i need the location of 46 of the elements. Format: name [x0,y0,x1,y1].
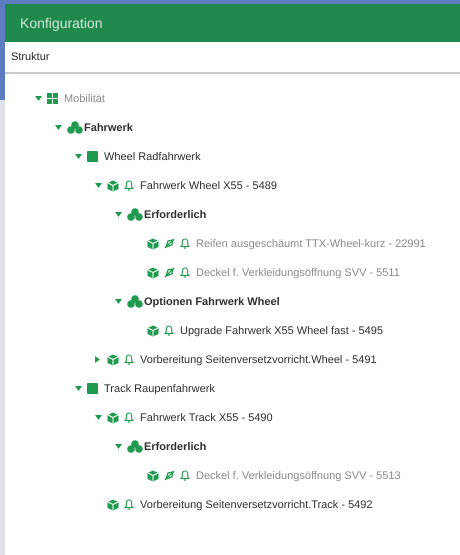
bell-icon [124,354,134,365]
caret-right-icon[interactable] [95,356,100,363]
tree-item-label[interactable]: Vorbereitung Seitenversetzvorricht.Wheel - 5491 [140,354,377,366]
bell-icon [124,499,134,510]
caret-down-icon[interactable] [95,183,102,188]
caret-down-icon[interactable] [75,386,82,391]
bell-icon [180,238,190,249]
cube-icon [107,180,119,192]
tree-item-label[interactable]: Fahrwerk Wheel X55 - 5489 [140,180,277,192]
tree-item-label[interactable]: Wheel Radfahrwerk [104,150,201,162]
cube-icon [107,354,119,366]
cube-icon [147,238,159,250]
cube-icon [147,266,159,278]
tree-item-label[interactable]: Vorbereitung Seitenversetzvorricht.Track - 5492 [140,498,373,510]
caret-down-icon[interactable] [115,212,122,217]
bell-icon [124,180,134,191]
tree-item-label[interactable]: Optionen Fahrwerk Wheel [144,296,280,308]
cube-icon [107,412,119,424]
header-title: Konfiguration [20,15,103,31]
caret-down-icon[interactable] [95,415,102,420]
tree-item-label[interactable]: Fahrwerk [84,122,133,134]
tree-item-label[interactable]: Upgrade Fahrwerk X55 Wheel fast - 5495 [180,324,383,336]
caret-down-icon[interactable] [115,299,122,304]
cluster-icon [127,440,143,453]
caret-down-icon[interactable] [55,125,62,130]
panel-title: Struktur [11,51,50,63]
caret-down-icon[interactable] [75,154,82,159]
bell-icon [164,325,174,336]
square-icon [87,383,98,394]
bell-icon [180,470,190,481]
cluster-icon [127,208,143,221]
tree-item-label[interactable]: Track Raupenfahrwerk [104,382,215,394]
tree-item-label[interactable]: Fahrwerk Track X55 - 5490 [140,412,273,424]
tree-item-label[interactable]: Erforderlich [144,440,206,452]
caret-down-icon[interactable] [35,96,42,101]
square-icon [87,151,98,162]
cube-icon [147,324,159,336]
cluster-icon [127,295,143,308]
tree-item-label[interactable]: Erforderlich [144,208,206,220]
grid-icon [47,93,58,104]
bell-icon [180,267,190,278]
cluster-icon [67,121,83,134]
cube-icon [147,470,159,482]
cube-icon [107,498,119,510]
caret-down-icon[interactable] [115,444,122,449]
bell-icon [124,412,134,423]
